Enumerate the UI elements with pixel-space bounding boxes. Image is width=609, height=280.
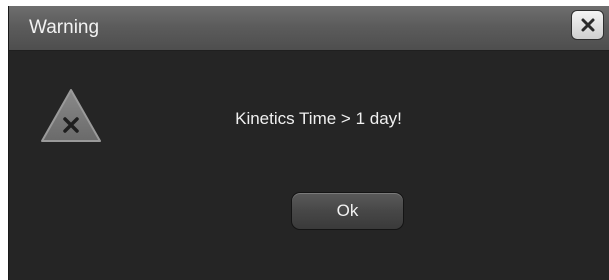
warning-dialog: Warning Kinetics Time > 1 day! Ok [8, 6, 609, 280]
ok-button[interactable]: Ok [291, 192, 404, 230]
dialog-titlebar[interactable]: Warning [9, 6, 609, 51]
close-icon [581, 18, 594, 32]
close-button[interactable] [571, 10, 604, 40]
dialog-message: Kinetics Time > 1 day! [235, 109, 402, 128]
dialog-title: Warning [29, 17, 100, 38]
dialog-body: Kinetics Time > 1 day! Ok [9, 51, 609, 280]
